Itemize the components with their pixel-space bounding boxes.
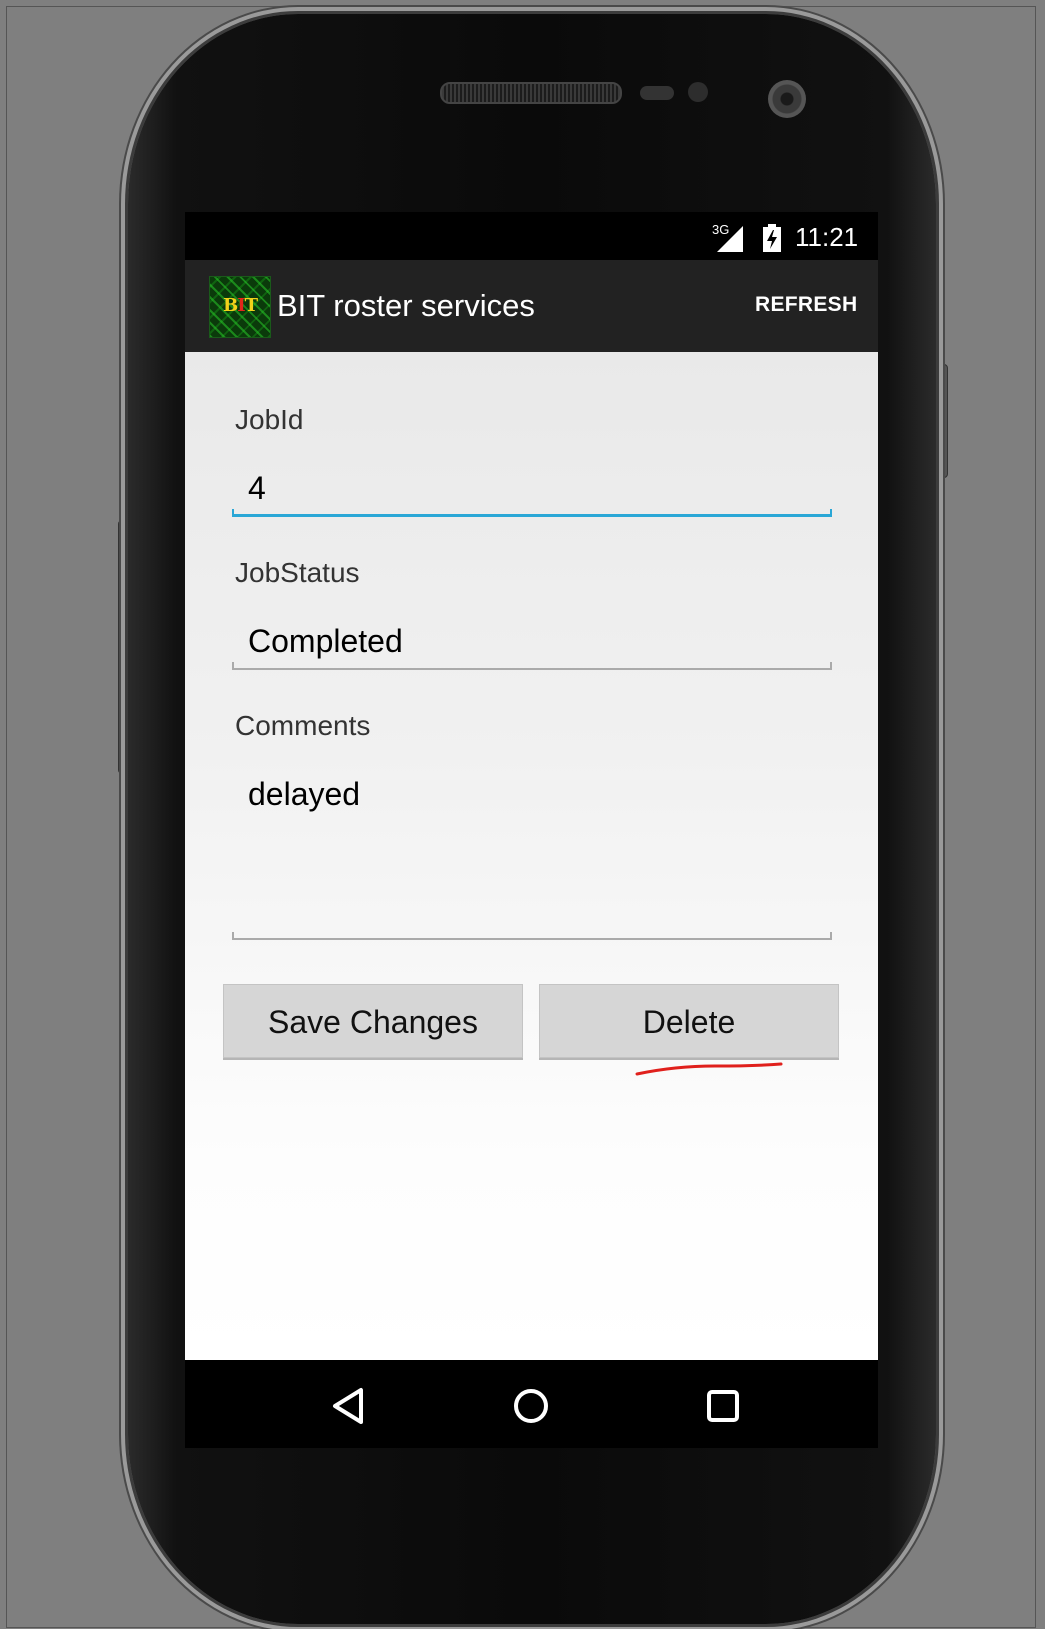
delete-button[interactable]: Delete (539, 984, 839, 1058)
job-id-label: JobId (235, 404, 304, 435)
clock: 11:21 (795, 222, 859, 252)
job-edit-form: JobId 4 JobStatus Completed Comments del… (185, 352, 878, 1360)
comments-label: Comments (235, 710, 371, 741)
refresh-button[interactable]: REFRESH (755, 293, 857, 317)
back-icon[interactable] (327, 1384, 371, 1428)
job-status-label: JobStatus (235, 557, 360, 588)
proximity-sensor (640, 86, 674, 100)
job-status-underline (232, 662, 832, 670)
job-status-input[interactable]: Completed (248, 623, 403, 660)
power-button (934, 364, 948, 478)
battery-icon (763, 224, 781, 252)
app-logo-text: BIT (222, 295, 258, 316)
light-sensor (688, 82, 708, 102)
comments-input[interactable]: delayed (248, 776, 360, 813)
recent-apps-icon[interactable] (701, 1384, 745, 1428)
device-screen: 3G 11:21 BIT BIT roster services REFRESH… (185, 212, 878, 1448)
save-changes-button[interactable]: Save Changes (223, 984, 523, 1058)
home-icon[interactable] (509, 1384, 553, 1428)
status-bar: 3G 11:21 (185, 212, 878, 260)
job-id-input[interactable]: 4 (248, 470, 266, 507)
comments-underline (232, 932, 832, 940)
app-logo-icon[interactable]: BIT (209, 276, 271, 338)
action-bar: BIT BIT roster services REFRESH (185, 260, 878, 352)
signal-icon (717, 226, 743, 252)
app-title: BIT roster services (277, 288, 535, 323)
navigation-bar (185, 1360, 878, 1448)
job-id-underline (232, 509, 832, 517)
front-camera (768, 80, 806, 118)
red-underline-annotation (635, 1062, 783, 1076)
speaker-grille (440, 82, 622, 104)
